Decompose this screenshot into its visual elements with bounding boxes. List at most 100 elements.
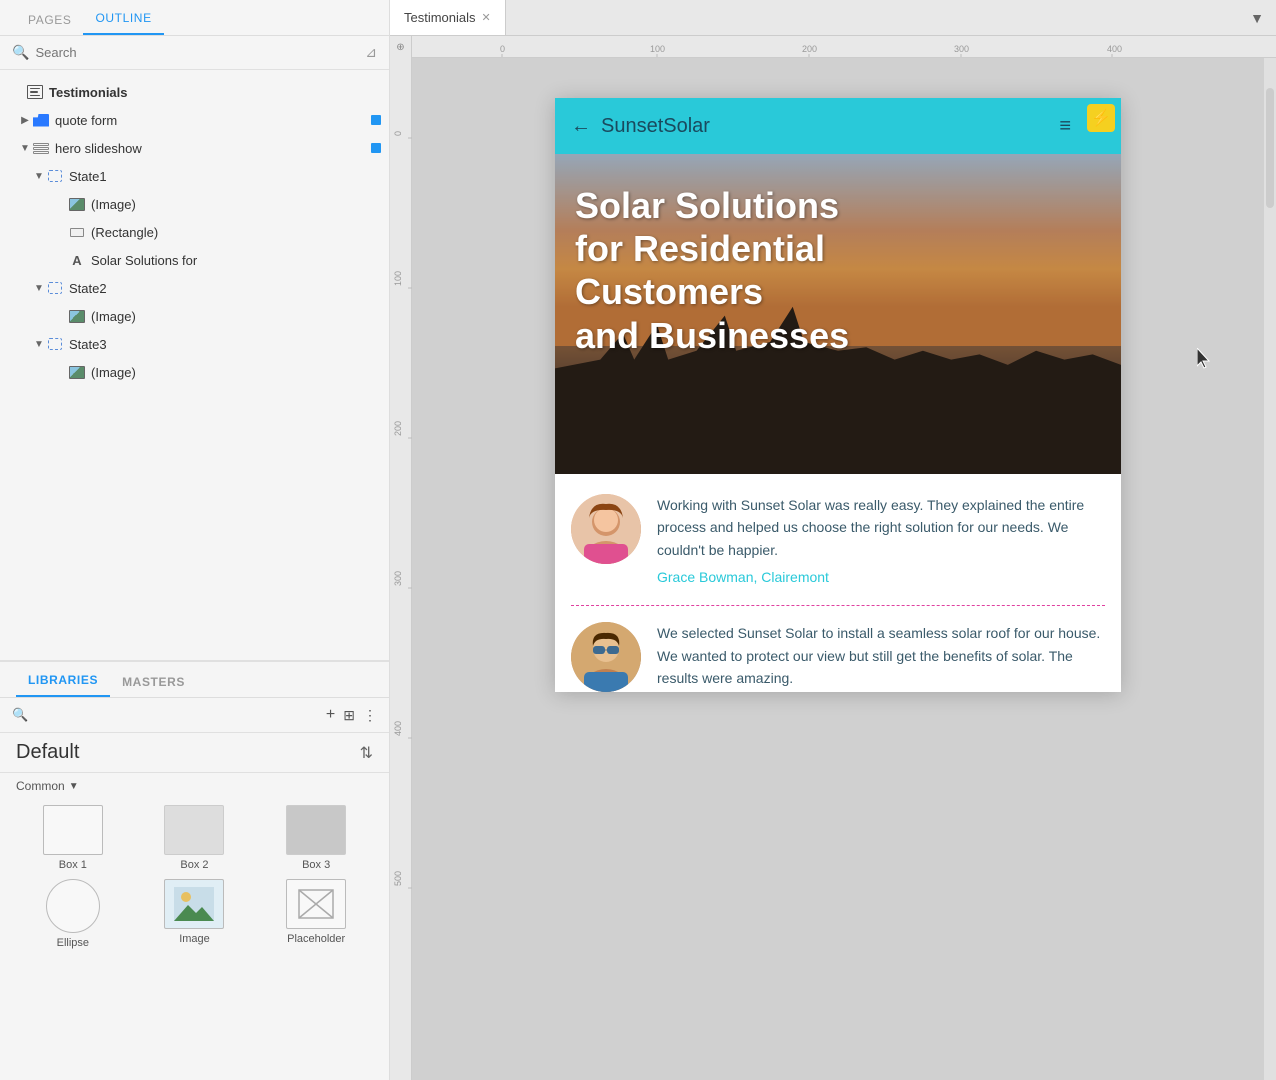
- rect-icon-1: [68, 225, 86, 239]
- box1-label: Box 1: [59, 859, 87, 871]
- dashed-box-icon-state1: [46, 169, 64, 183]
- mouse-cursor: [1197, 348, 1209, 368]
- box3-preview: [286, 805, 346, 855]
- library-toolbar: 🔍 + ⊞ ⋮: [0, 698, 389, 733]
- box1-preview: [43, 805, 103, 855]
- canvas-tab-testimonials[interactable]: Testimonials ✕: [390, 0, 506, 35]
- svg-text:400: 400: [1107, 44, 1122, 54]
- tree-item-hero-slideshow[interactable]: ▼ hero slideshow: [0, 134, 389, 162]
- ruler-vertical: 0 100 200 300 400 500: [390, 58, 412, 1080]
- hero-image: Solar Solutionsfor ResidentialCustomersa…: [555, 154, 1121, 474]
- canvas-scroll[interactable]: 0 100 200 300 400 500: [390, 58, 1276, 1080]
- tree-label-rectangle1: (Rectangle): [91, 225, 381, 240]
- component-box1[interactable]: Box 1: [16, 805, 130, 871]
- tab-libraries[interactable]: LIBRARIES: [16, 665, 110, 697]
- svg-text:200: 200: [802, 44, 817, 54]
- svg-text:400: 400: [393, 721, 403, 736]
- arrow-hero-slideshow: ▼: [18, 143, 32, 154]
- testimonial-avatar-1: [571, 494, 641, 564]
- arrow-state2: ▼: [32, 283, 46, 294]
- lib-search-icon: 🔍: [12, 707, 28, 723]
- canvas-area: Testimonials ✕ ▼ ⊕ 0 100 200 300: [390, 0, 1276, 1080]
- box2-label: Box 2: [180, 859, 208, 871]
- svg-text:0: 0: [393, 131, 403, 136]
- testimonial-item-1: Working with Sunset Solar was really eas…: [571, 494, 1105, 585]
- placeholder-preview: [286, 879, 346, 929]
- search-input-wrap: 🔍: [12, 44, 365, 61]
- text-icon-1: A: [68, 253, 86, 267]
- bolt-badge: ⚡: [1087, 104, 1115, 132]
- tree-label-image2: (Image): [91, 309, 381, 324]
- canvas-tab-dropdown[interactable]: ▼: [1238, 10, 1276, 26]
- testimonial-divider: [571, 605, 1105, 606]
- component-box3[interactable]: Box 3: [259, 805, 373, 871]
- tab-outline[interactable]: OUTLINE: [83, 3, 163, 35]
- image-icon-3: [68, 365, 86, 379]
- close-tab-icon[interactable]: ✕: [482, 11, 491, 24]
- image-label: Image: [179, 933, 210, 945]
- tree-item-image1[interactable]: (Image): [0, 190, 389, 218]
- tree-item-state2[interactable]: ▼ State2: [0, 274, 389, 302]
- scrollbar-thumb[interactable]: [1266, 88, 1274, 208]
- testimonial-author-1: Grace Bowman, Clairemont: [657, 569, 1105, 585]
- tree-label-hero-slideshow: hero slideshow: [55, 141, 371, 156]
- svg-text:300: 300: [393, 571, 403, 586]
- dashed-box-icon-state3: [46, 337, 64, 351]
- tab-pages[interactable]: PAGES: [16, 5, 83, 35]
- arrow-quote-form: ▶: [18, 115, 32, 126]
- tree-label-image1: (Image): [91, 197, 381, 212]
- svg-text:0: 0: [500, 44, 505, 54]
- tree-label-state2: State2: [69, 281, 381, 296]
- tree-item-testimonials[interactable]: Testimonials: [0, 78, 389, 106]
- library-selector[interactable]: Default ⇅: [0, 733, 389, 773]
- library-arrow-icon[interactable]: ⇅: [360, 743, 373, 763]
- box3-label: Box 3: [302, 859, 330, 871]
- dashed-box-icon-state2: [46, 281, 64, 295]
- arrow-state1: ▼: [32, 171, 46, 182]
- tree-item-quote-form[interactable]: ▶ quote form: [0, 106, 389, 134]
- component-placeholder[interactable]: Placeholder: [259, 879, 373, 949]
- filter-icon[interactable]: ⊿: [365, 44, 377, 61]
- ruler-corner: ⊕: [390, 36, 412, 58]
- svg-text:200: 200: [393, 421, 403, 436]
- component-ellipse[interactable]: Ellipse: [16, 879, 130, 949]
- testimonial-item-2: We selected Sunset Solar to install a se…: [571, 622, 1105, 692]
- image-icon-2: [68, 309, 86, 323]
- ruler-corner-icon: ⊕: [396, 42, 404, 53]
- svg-text:100: 100: [650, 44, 665, 54]
- vertical-scrollbar[interactable]: [1264, 58, 1276, 1080]
- tree-item-rectangle1[interactable]: (Rectangle): [0, 218, 389, 246]
- menu-icon[interactable]: ≡: [1059, 115, 1071, 138]
- arrow-state3: ▼: [32, 339, 46, 350]
- testimonial-body-1: Working with Sunset Solar was really eas…: [657, 494, 1105, 585]
- canvas-tab-label: Testimonials: [404, 10, 476, 25]
- component-box2[interactable]: Box 2: [138, 805, 252, 871]
- left-panel: PAGES OUTLINE 🔍 ⊿: [0, 0, 390, 1080]
- tree-item-state1[interactable]: ▼ State1: [0, 162, 389, 190]
- testimonial-avatar-2: [571, 622, 641, 692]
- ellipse-label: Ellipse: [57, 937, 89, 949]
- canvas-tab-bar: Testimonials ✕ ▼: [390, 0, 1276, 36]
- canvas-content: ← SunsetSolar ≡ ⚡ Solar Solutionsfor: [412, 58, 1264, 1080]
- tree-item-state3[interactable]: ▼ State3: [0, 330, 389, 358]
- lib-more-icon[interactable]: ⋮: [363, 707, 377, 724]
- tree-item-text1[interactable]: A Solar Solutions for: [0, 246, 389, 274]
- lib-grid-icon[interactable]: ⊞: [343, 707, 355, 724]
- testimonial-quote-1: Working with Sunset Solar was really eas…: [657, 494, 1105, 561]
- tab-masters[interactable]: MASTERS: [110, 667, 197, 697]
- lib-search-input[interactable]: [34, 708, 318, 723]
- svg-text:500: 500: [393, 871, 403, 886]
- svg-text:300: 300: [954, 44, 969, 54]
- lib-add-icon[interactable]: +: [326, 706, 335, 724]
- tree-item-image2[interactable]: (Image): [0, 302, 389, 330]
- outline-tree: Testimonials ▶ quote form ▼: [0, 70, 389, 660]
- phone-preview: ← SunsetSolar ≡ ⚡ Solar Solutionsfor: [555, 98, 1121, 692]
- layers-icon: [32, 141, 50, 155]
- app-title: SunsetSolar: [601, 115, 710, 138]
- search-input[interactable]: [35, 45, 365, 60]
- phone-header: ← SunsetSolar ≡ ⚡: [555, 98, 1121, 154]
- component-image[interactable]: Image: [138, 879, 252, 949]
- back-arrow-icon[interactable]: ←: [571, 115, 591, 138]
- tree-item-image3[interactable]: (Image): [0, 358, 389, 386]
- common-section-label[interactable]: Common ▼: [0, 773, 389, 797]
